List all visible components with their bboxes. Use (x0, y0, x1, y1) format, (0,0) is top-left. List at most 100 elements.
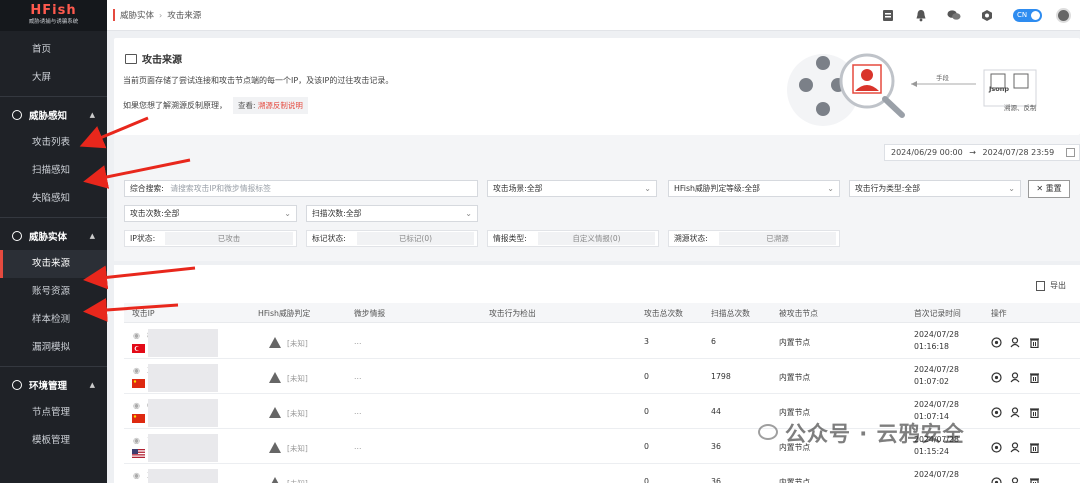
user-mark-icon[interactable] (1010, 337, 1021, 348)
ip-status-label: IP状态: (130, 234, 156, 243)
trace-hint-box: 查看: 溯源反制说明 (233, 97, 308, 114)
eye-icon[interactable]: ◉ (133, 471, 140, 480)
breadcrumb-parent[interactable]: 威胁实体 (120, 9, 154, 21)
col-attack-total[interactable]: 攻击总次数 (644, 308, 683, 319)
trace-icon[interactable] (991, 372, 1002, 383)
user-mark-icon[interactable] (1010, 477, 1021, 483)
export-button[interactable]: 导出 (1036, 280, 1066, 291)
search-input[interactable]: 综合搜索: 请搜索攻击IP和微步情报标签 (124, 180, 478, 197)
attack-scene-select[interactable]: 攻击场景:全部 ⌄ (487, 180, 657, 197)
nav-group-threat-perception[interactable]: 威胁感知 ▲ (0, 101, 107, 129)
threat-level-value: [未知] (287, 444, 308, 453)
avatar[interactable] (1056, 7, 1071, 23)
threat-level-select[interactable]: HFish威胁判定等级:全部 ⌄ (668, 180, 840, 197)
nav-group-threat-entity[interactable]: 威胁实体 ▲ (0, 222, 107, 250)
nav-group-env-management[interactable]: 环境管理 ▲ (0, 371, 107, 399)
nav-item-scan-perception[interactable]: 扫描感知 (0, 157, 107, 185)
first-date: 2024/07/28 (914, 365, 959, 374)
attack-scene-label: 攻击场景: (493, 184, 527, 193)
chevron-down-icon: ⌄ (827, 184, 834, 193)
scan-count-label: 扫描次数: (312, 209, 346, 218)
trash-icon[interactable] (1029, 477, 1040, 483)
redacted-ip (148, 329, 218, 357)
illus-arrow-label: 手段 (936, 74, 949, 82)
trace-doc-link[interactable]: 溯源反制说明 (258, 101, 303, 110)
threat-level-value: [未知] (287, 339, 308, 348)
logo[interactable]: HFish 威胁诱捕与诱骗系统 (0, 0, 107, 31)
user-mark-icon[interactable] (1010, 372, 1021, 383)
trace-icon[interactable] (991, 337, 1002, 348)
trace-hint: 如果您想了解溯源反制原理， 查看: 溯源反制说明 (123, 97, 308, 114)
nav-item-template-management[interactable]: 模板管理 (0, 427, 107, 455)
nav-item-sample-detection[interactable]: 样本检测 (0, 306, 107, 334)
nav-item-compromise-perception[interactable]: 失陷感知 (0, 185, 107, 213)
col-threat-level[interactable]: HFish威胁判定 (258, 308, 310, 319)
col-attack-ip[interactable]: 攻击IP (132, 308, 155, 319)
eye-icon[interactable]: ◉ (133, 436, 140, 445)
intel-value: ... (354, 442, 362, 451)
trace-icon[interactable] (991, 477, 1002, 483)
col-first-time[interactable]: 首次记录时间 (914, 308, 961, 319)
trace-icon[interactable] (991, 407, 1002, 418)
scan-count-value: 全部 (345, 209, 362, 218)
flag-icon (132, 344, 145, 353)
redacted-ip (148, 364, 218, 392)
date-arrow-icon: → (969, 148, 976, 157)
reset-button[interactable]: ✕ 重置 (1028, 180, 1070, 198)
table-row[interactable]: ◉8[未知]...36内置节点2024/07/2801:16:18 (124, 324, 1080, 359)
flag-icon (132, 449, 145, 458)
trace-icon[interactable] (991, 442, 1002, 453)
intel-type-label: 情报类型: (493, 234, 527, 243)
hexagon-settings-icon[interactable] (980, 8, 994, 22)
col-intel[interactable]: 微步情报 (354, 308, 385, 319)
mark-status-filter[interactable]: 标记状态: 已标记(0) (306, 230, 478, 247)
eye-icon[interactable]: ◉ (133, 401, 140, 410)
nav-item-node-management[interactable]: 节点管理 (0, 399, 107, 427)
eye-icon[interactable]: ◉ (133, 366, 140, 375)
intel-type-filter[interactable]: 情报类型: 自定义情报(0) (487, 230, 659, 247)
user-mark-icon[interactable] (1010, 442, 1021, 453)
shield-icon (12, 231, 22, 241)
breadcrumb-marker (113, 9, 115, 21)
nav-item-bigscreen[interactable]: 大屏 (0, 64, 107, 92)
node-value: 内置节点 (779, 478, 811, 483)
ip-status-filter[interactable]: IP状态: 已攻击 (124, 230, 297, 247)
table-row[interactable]: ◉3[未知]...036内置节点2024/07/28 (124, 464, 1080, 483)
table-row[interactable]: ◉3[未知]...01798内置节点2024/07/2801:07:02 (124, 359, 1080, 394)
warning-icon (269, 337, 281, 348)
trace-status-filter[interactable]: 溯源状态: 已溯源 (668, 230, 840, 247)
nav-item-attack-list[interactable]: 攻击列表 (0, 129, 107, 157)
wechat-icon[interactable] (947, 8, 961, 22)
nav-item-account-resources[interactable]: 账号资源 (0, 278, 107, 306)
trash-icon[interactable] (1029, 337, 1040, 349)
trash-icon[interactable] (1029, 372, 1040, 384)
bell-icon[interactable] (914, 8, 928, 22)
trash-icon[interactable] (1029, 442, 1040, 454)
ip-status-value: 已攻击 (165, 232, 293, 245)
table-header: 攻击IP HFish威胁判定 微步情报 攻击行为检出 攻击总次数 扫描总次数 被… (124, 303, 1080, 323)
mark-status-label: 标记状态: (312, 234, 346, 243)
col-node[interactable]: 被攻击节点 (779, 308, 818, 319)
nav-item-vuln-simulation[interactable]: 漏洞模拟 (0, 334, 107, 362)
first-date: 2024/07/28 (914, 330, 959, 339)
trash-icon[interactable] (1029, 407, 1040, 419)
nav-divider (0, 217, 107, 218)
trace-status-value: 已溯源 (719, 232, 836, 245)
col-scan-total[interactable]: 扫描总次数 (711, 308, 750, 319)
nav-item-home[interactable]: 首页 (0, 36, 107, 64)
scan-count-select[interactable]: 扫描次数:全部 ⌄ (306, 205, 478, 222)
page-title-text: 攻击来源 (142, 55, 182, 66)
date-range-picker[interactable]: 2024/06/29 00:00 → 2024/07/28 23:59 (884, 144, 1080, 161)
watermark: 公众号 · 云鸦安全 (785, 418, 965, 448)
col-behavior[interactable]: 攻击行为检出 (489, 308, 536, 319)
nav-item-attack-source[interactable]: 攻击来源 (0, 250, 107, 278)
row-actions (991, 372, 1048, 384)
document-icon[interactable] (881, 8, 895, 22)
col-actions: 操作 (991, 309, 1007, 318)
node-value: 内置节点 (779, 338, 811, 347)
language-toggle[interactable]: CN (1013, 8, 1042, 22)
user-mark-icon[interactable] (1010, 407, 1021, 418)
eye-icon[interactable]: ◉ (133, 331, 140, 340)
attack-count-select[interactable]: 攻击次数:全部 ⌄ (124, 205, 297, 222)
attack-behavior-select[interactable]: 攻击行为类型:全部 ⌄ (849, 180, 1021, 197)
